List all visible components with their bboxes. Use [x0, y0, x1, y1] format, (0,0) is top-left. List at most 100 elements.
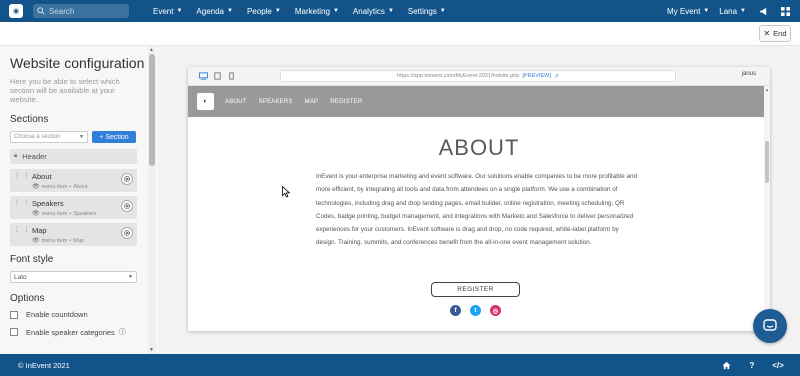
- scroll-down-icon[interactable]: ▼: [149, 347, 154, 353]
- chevron-down-icon: ▼: [176, 8, 183, 14]
- menu-settings[interactable]: Settings ▼: [408, 7, 446, 16]
- panel-description: Here you be able to select which section…: [10, 77, 120, 104]
- chevron-down-icon: ▼: [703, 8, 710, 14]
- info-icon[interactable]: ⓘ: [119, 327, 126, 337]
- sections-heading: Sections: [10, 114, 49, 125]
- mobile-icon[interactable]: [226, 72, 236, 80]
- site-navbar: ◐ ABOUT SPEAKERS MAP REGISTER: [188, 86, 770, 117]
- menu-label: Analytics: [352, 6, 385, 16]
- menu-marketing[interactable]: Marketing ▼: [295, 7, 339, 16]
- tablet-icon[interactable]: [212, 72, 222, 80]
- main-menu: Event ▼ Agenda ▼ People ▼ Marketing ▼ Analyt…: [153, 7, 460, 16]
- browser-chrome: https://app.inevent.com/MyEvent-2021/hot…: [188, 67, 770, 86]
- add-section-button[interactable]: + Section: [92, 131, 136, 143]
- eye-icon[interactable]: 👁︎: [32, 237, 40, 244]
- preview-link[interactable]: [PREVIEW]: [522, 73, 550, 79]
- menu-people[interactable]: People ▼: [247, 7, 281, 16]
- speaker-categories-checkbox[interactable]: [10, 328, 18, 336]
- menu-event[interactable]: Event ▼: [153, 7, 182, 16]
- preview-user: janus: [741, 71, 756, 77]
- drag-handle-icon[interactable]: ⋮ ⋮: [14, 199, 31, 206]
- font-style-select[interactable]: Lato ▼: [10, 271, 137, 283]
- countdown-checkbox[interactable]: [10, 310, 18, 319]
- preview-browser: https://app.inevent.com/MyEvent-2021/hot…: [188, 67, 770, 331]
- action-bar: ✕ End: [0, 22, 800, 46]
- section-item-speakers[interactable]: ⋮ ⋮ Speakers 👁︎ menu item • Speakers: [10, 196, 137, 219]
- options-heading: Options: [10, 293, 45, 304]
- site-logo[interactable]: ◐: [197, 93, 214, 110]
- eye-icon[interactable]: 👁︎: [32, 183, 40, 190]
- chat-support-button[interactable]: [753, 309, 787, 343]
- gear-icon[interactable]: [121, 200, 133, 212]
- panel-scrollbar[interactable]: ▲ ▼: [148, 46, 156, 354]
- event-selector[interactable]: My Event ▼: [667, 7, 709, 16]
- grid-icon[interactable]: [778, 4, 792, 18]
- eye-icon[interactable]: 👁︎: [32, 210, 40, 217]
- scrollbar-thumb[interactable]: [765, 141, 769, 183]
- site-link-map[interactable]: MAP: [305, 99, 319, 105]
- mouse-cursor-icon: [282, 186, 290, 198]
- about-heading: ABOUT: [438, 135, 520, 160]
- bullet-separator: •: [69, 210, 72, 217]
- menu-label: Settings: [407, 6, 437, 16]
- website-config-panel: Website configuration Here you be able t…: [0, 46, 158, 354]
- font-style-value: Lato: [14, 273, 27, 281]
- option-countdown[interactable]: Enable countdown: [10, 310, 138, 319]
- scroll-up-icon[interactable]: ▲: [765, 87, 769, 92]
- scrollbar-thumb[interactable]: [149, 54, 155, 166]
- option-speaker-categories[interactable]: Enable speaker categories ⓘ: [10, 327, 138, 337]
- section-item-about[interactable]: ⋮ ⋮ About 👁︎ menu item • About: [10, 169, 137, 192]
- chevron-down-icon: ▼: [227, 8, 233, 14]
- chevron-down-icon: ▼: [332, 8, 339, 14]
- code-icon[interactable]: </>: [772, 359, 784, 371]
- gear-icon[interactable]: [121, 227, 133, 239]
- megaphone-icon[interactable]: [756, 4, 770, 18]
- url-text: https://app.inevent.com/MyEvent-2021/hot…: [397, 73, 520, 79]
- chevron-down-icon: ▼: [439, 8, 446, 14]
- home-icon[interactable]: [720, 359, 732, 371]
- preview-scrollbar[interactable]: ▲ ▼: [764, 86, 770, 331]
- desktop-icon[interactable]: [198, 72, 208, 80]
- section-item-map[interactable]: ⋮ ⋮ Map 👁︎ menu item • Map: [10, 223, 137, 246]
- section-select-placeholder: Choose a section: [14, 134, 61, 140]
- facebook-icon[interactable]: f: [450, 305, 461, 316]
- about-paragraph: InEvent is your enterprise marketing and…: [316, 173, 637, 247]
- chevron-down-icon: ▼: [387, 8, 394, 14]
- user-name: Lana: [719, 6, 738, 16]
- search-box[interactable]: [33, 4, 129, 18]
- search-icon: [37, 7, 45, 15]
- drag-handle-icon[interactable]: ⋮ ⋮: [14, 172, 31, 179]
- site-link-about[interactable]: ABOUT: [225, 99, 247, 105]
- panel-title: Website configuration: [10, 55, 145, 71]
- search-input[interactable]: [49, 6, 125, 16]
- top-navbar: ◉ Event▼ Agenda▼ People▼ Marketing▼ Anal…: [0, 0, 800, 22]
- section-name: About: [32, 172, 52, 181]
- event-selector-label: My Event: [666, 6, 701, 16]
- section-meta: 👁︎ menu item • About: [32, 183, 88, 191]
- menu-agenda[interactable]: Agenda ▼: [196, 7, 233, 16]
- section-target: Map: [73, 237, 84, 244]
- section-select[interactable]: Choose a section ▼: [10, 131, 88, 143]
- chat-icon: [763, 319, 777, 331]
- drag-handle-icon[interactable]: ⋮ ⋮: [14, 226, 31, 233]
- site-link-register[interactable]: REGISTER: [330, 99, 362, 105]
- site-link-speakers[interactable]: SPEAKERS: [259, 99, 293, 105]
- external-link-icon[interactable]: ↗: [554, 73, 559, 80]
- section-visibility: menu item: [41, 183, 68, 190]
- menu-label: Agenda: [196, 6, 225, 16]
- option-label: Enable countdown: [26, 310, 88, 319]
- url-bar[interactable]: https://app.inevent.com/MyEvent-2021/hot…: [280, 70, 676, 82]
- help-icon[interactable]: ?: [746, 359, 758, 371]
- menu-analytics[interactable]: Analytics ▼: [353, 7, 394, 16]
- section-meta: 👁︎ menu item • Map: [32, 237, 84, 245]
- end-button[interactable]: ✕ End: [759, 25, 791, 42]
- inevent-logo[interactable]: ◉: [9, 4, 23, 18]
- instagram-icon[interactable]: ◎: [490, 305, 501, 316]
- scroll-up-icon[interactable]: ▲: [149, 47, 154, 53]
- register-button[interactable]: REGISTER: [431, 282, 520, 297]
- chevron-down-icon: ▼: [740, 8, 746, 14]
- section-name: Speakers: [32, 199, 64, 208]
- user-menu[interactable]: Lana ▼: [719, 7, 746, 16]
- gear-icon[interactable]: [121, 173, 133, 185]
- twitter-icon[interactable]: t: [470, 305, 481, 316]
